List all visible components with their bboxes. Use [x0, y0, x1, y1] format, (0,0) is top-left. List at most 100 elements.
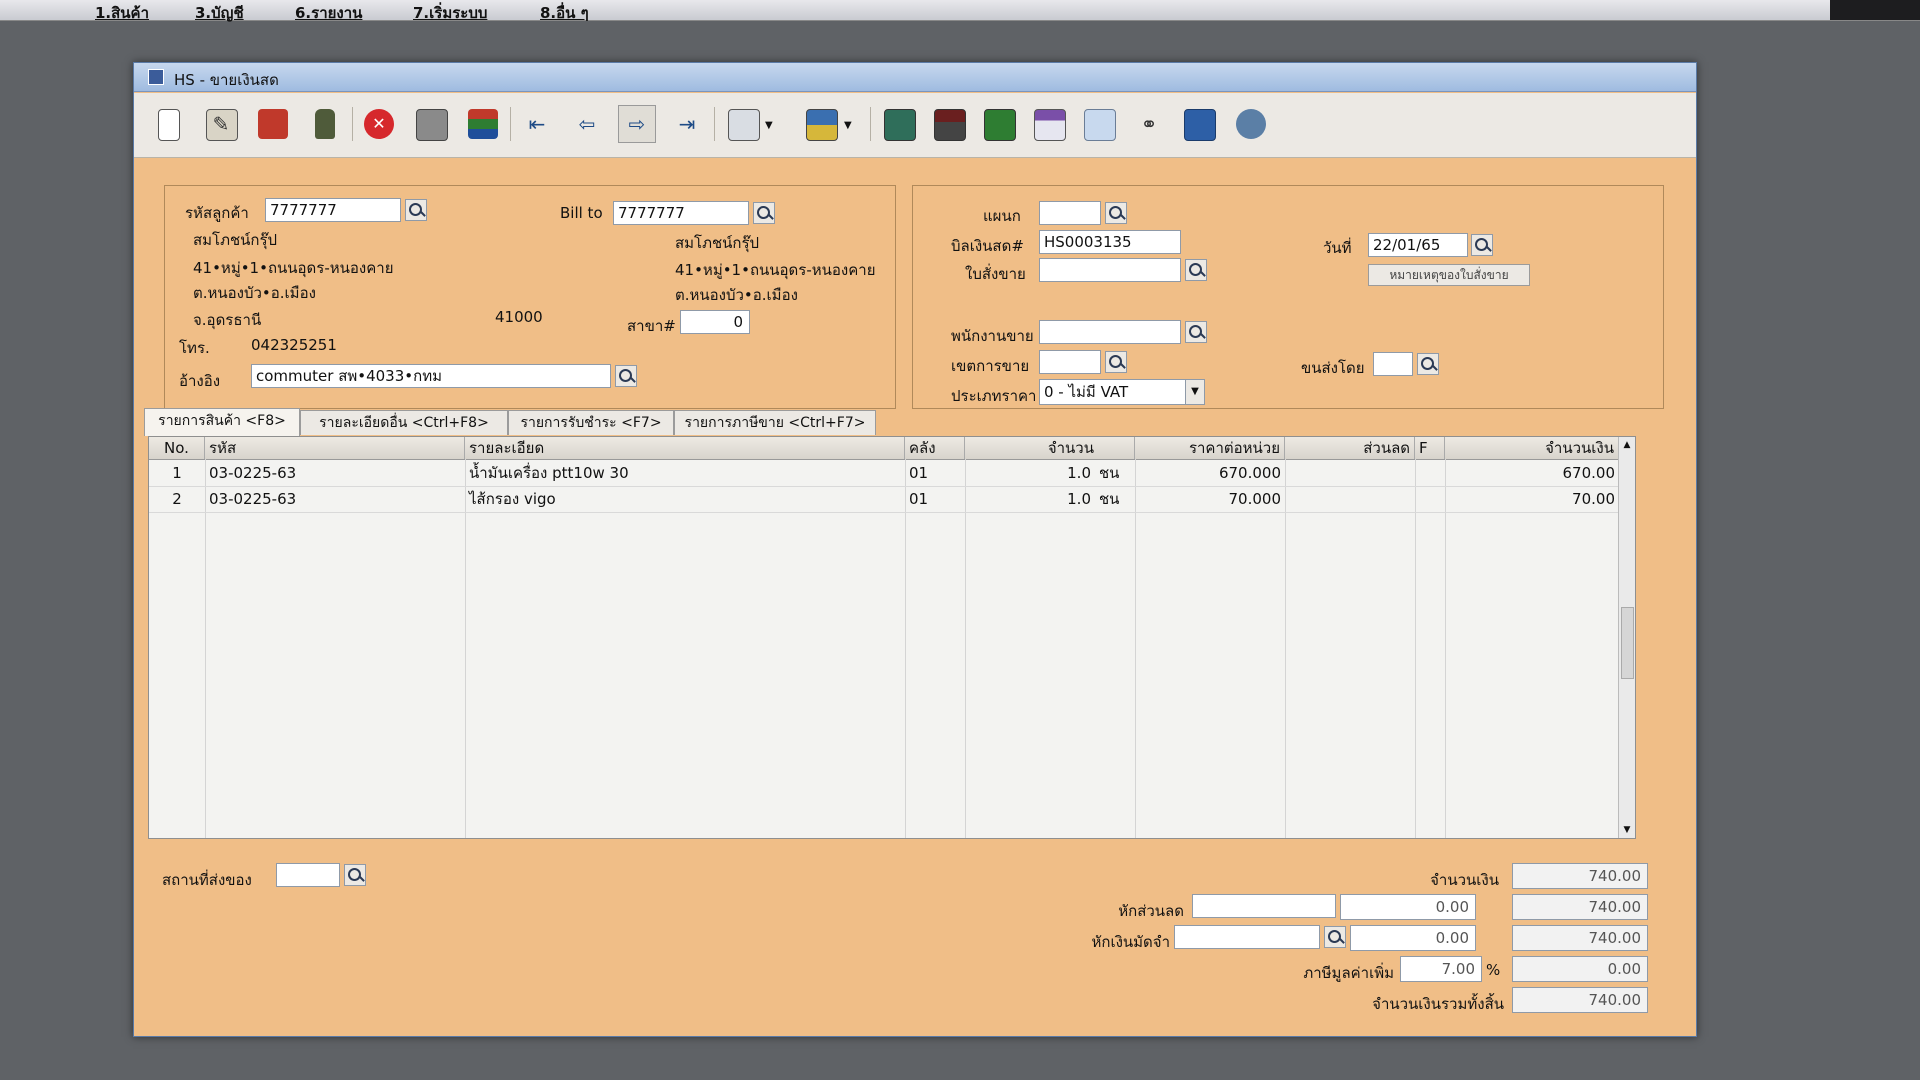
tab-payments[interactable]: รายการรับชำระ <F7>	[508, 410, 674, 435]
col-discount[interactable]: ส่วนลด	[1285, 437, 1415, 459]
menu-item-products[interactable]: 1.สินค้า	[95, 1, 149, 25]
bill-to-code-input[interactable]: 7777777	[613, 201, 749, 225]
link-button[interactable]: ⚭	[1130, 105, 1168, 143]
discount-text-input[interactable]	[1192, 894, 1336, 918]
chevron-down-icon[interactable]: ▼	[1185, 380, 1204, 404]
window-titlebar[interactable]: HS - ขายเงินสด	[134, 63, 1696, 92]
grid-scrollbar[interactable]: ▲ ▼	[1618, 437, 1635, 838]
delete-button[interactable]	[306, 105, 344, 143]
bill-to-label: Bill to	[560, 204, 603, 222]
scroll-thumb[interactable]	[1621, 607, 1634, 679]
vat-rate-input[interactable]: 7.00	[1400, 956, 1482, 982]
table-row[interactable]: 1 03-0225-63 น้ำมันเครื่อง ptt10w 30 01 …	[149, 460, 1619, 487]
col-description[interactable]: รายละเอียด	[465, 437, 905, 459]
print-button[interactable]	[802, 105, 840, 143]
ship-by-input[interactable]	[1373, 352, 1413, 376]
deposit-search-icon[interactable]	[1324, 926, 1346, 948]
sales-order-search-icon[interactable]	[1185, 259, 1207, 281]
preview-button[interactable]	[724, 105, 762, 143]
new-button[interactable]	[150, 105, 188, 143]
price-type-select[interactable]: 0 - ไม่มี VAT ▼	[1039, 379, 1205, 405]
department-input[interactable]	[1039, 201, 1101, 225]
tab-other-details[interactable]: รายละเอียดอื่น <Ctrl+F8>	[300, 410, 508, 435]
date-label: วันที่	[1323, 239, 1352, 257]
cancel-button[interactable]: ✕	[360, 105, 398, 143]
last-record-button[interactable]: ⇥	[668, 105, 706, 143]
col-unit-price[interactable]: ราคาต่อหน่วย	[1135, 437, 1285, 459]
customer-code-input[interactable]: 7777777	[265, 198, 401, 222]
salesman-input[interactable]	[1039, 320, 1181, 344]
save-button[interactable]	[412, 105, 450, 143]
department-search-icon[interactable]	[1105, 202, 1127, 224]
sales-area-search-icon[interactable]	[1105, 351, 1127, 373]
books-button[interactable]	[464, 105, 502, 143]
date-picker-icon[interactable]	[1471, 234, 1493, 256]
date-input[interactable]: 22/01/65	[1368, 233, 1468, 257]
network-icon	[1236, 109, 1266, 139]
col-no[interactable]: No.	[149, 437, 205, 459]
link-icon: ⚭	[1140, 112, 1158, 136]
deposit-value[interactable]: 0.00	[1350, 925, 1476, 951]
menu-item-reports[interactable]: 6.รายงาน	[295, 1, 362, 25]
scroll-up-icon[interactable]: ▲	[1619, 437, 1635, 453]
next-icon: ⇨	[628, 112, 646, 136]
books-icon	[468, 109, 498, 139]
calendar-button[interactable]	[1030, 105, 1068, 143]
row-warehouse: 01	[909, 490, 929, 508]
col-code[interactable]: รหัส	[205, 437, 465, 459]
row-discount	[1285, 486, 1415, 512]
ship-by-search-icon[interactable]	[1417, 353, 1439, 375]
customer-postcode: 41000	[495, 308, 543, 326]
sales-area-input[interactable]	[1039, 350, 1101, 374]
items-grid: No. รหัส รายละเอียด คลัง จำนวน ราคาต่อหน…	[148, 436, 1636, 839]
sales-order-input[interactable]	[1039, 258, 1181, 282]
form-button[interactable]	[930, 105, 968, 143]
salesman-search-icon[interactable]	[1185, 321, 1207, 343]
scroll-down-icon[interactable]: ▼	[1619, 822, 1635, 838]
ship-place-input[interactable]	[276, 863, 340, 887]
col-quantity[interactable]: จำนวน	[965, 437, 1135, 459]
col-warehouse[interactable]: คลัง	[905, 437, 965, 459]
tab-sales-tax[interactable]: รายการภาษีขาย <Ctrl+F7>	[674, 410, 876, 435]
discount-value[interactable]: 0.00	[1340, 894, 1476, 920]
report-button[interactable]	[980, 105, 1018, 143]
customer-phone: 042325251	[251, 336, 337, 354]
customer-name: สมโภชน์กรุ๊ป	[193, 231, 278, 249]
previous-record-button[interactable]: ⇦	[568, 105, 606, 143]
edit-button[interactable]: ✎	[202, 105, 240, 143]
next-record-button[interactable]: ⇨	[618, 105, 656, 143]
bill-to-search-icon[interactable]	[753, 202, 775, 224]
network-button[interactable]	[1232, 105, 1270, 143]
row-code: 03-0225-63	[209, 490, 297, 508]
tab-items[interactable]: รายการสินค้า <F8>	[144, 408, 300, 436]
sales-order-note-button[interactable]: หมายเหตุของใบสั่งขาย	[1368, 264, 1530, 286]
cash-sale-window: HS - ขายเงินสด — ▢ ✕ ✎ ✕ ⇤ ⇦ ⇨ ⇥	[133, 62, 1697, 1037]
calculator-button[interactable]	[880, 105, 918, 143]
void-button[interactable]	[254, 105, 292, 143]
branch-input[interactable]: 0	[680, 310, 750, 334]
bill-number-input[interactable]: HS0003135	[1039, 230, 1181, 254]
ok-button[interactable]	[1180, 105, 1218, 143]
approve-button[interactable]	[1080, 105, 1118, 143]
row-unit: ชน	[1099, 490, 1120, 508]
first-record-button[interactable]: ⇤	[518, 105, 556, 143]
col-flag[interactable]: F	[1415, 437, 1445, 459]
discount-label: หักส่วนลด	[1118, 902, 1184, 920]
first-record-icon: ⇤	[528, 112, 546, 136]
menu-item-others[interactable]: 8.อื่น ๆ	[540, 1, 589, 25]
table-row[interactable]: 2 03-0225-63 ไส้กรอง vigo 01 1.0 ชน 70.0…	[149, 486, 1619, 513]
menu-item-accounts[interactable]: 3.บัญชี	[195, 1, 244, 25]
reference-input[interactable]: commuter สพ•4033•กทม	[251, 364, 611, 388]
ship-place-search-icon[interactable]	[344, 864, 366, 886]
row-no: 2	[172, 490, 182, 508]
row-quantity: 1.0	[1067, 490, 1091, 508]
col-amount[interactable]: จำนวนเงิน	[1445, 437, 1619, 459]
reference-search-icon[interactable]	[615, 365, 637, 387]
menu-item-setup[interactable]: 7.เริ่มระบบ	[413, 1, 487, 25]
deposit-ref-input[interactable]	[1174, 925, 1320, 949]
customer-search-icon[interactable]	[405, 199, 427, 221]
grand-total-label: จำนวนเงินรวมทั้งสิ้น	[1372, 995, 1504, 1013]
print-dropdown-icon[interactable]: ▼	[844, 120, 852, 131]
preview-dropdown-icon[interactable]: ▼	[765, 120, 773, 131]
row-unit-price: 670.000	[1218, 464, 1281, 482]
